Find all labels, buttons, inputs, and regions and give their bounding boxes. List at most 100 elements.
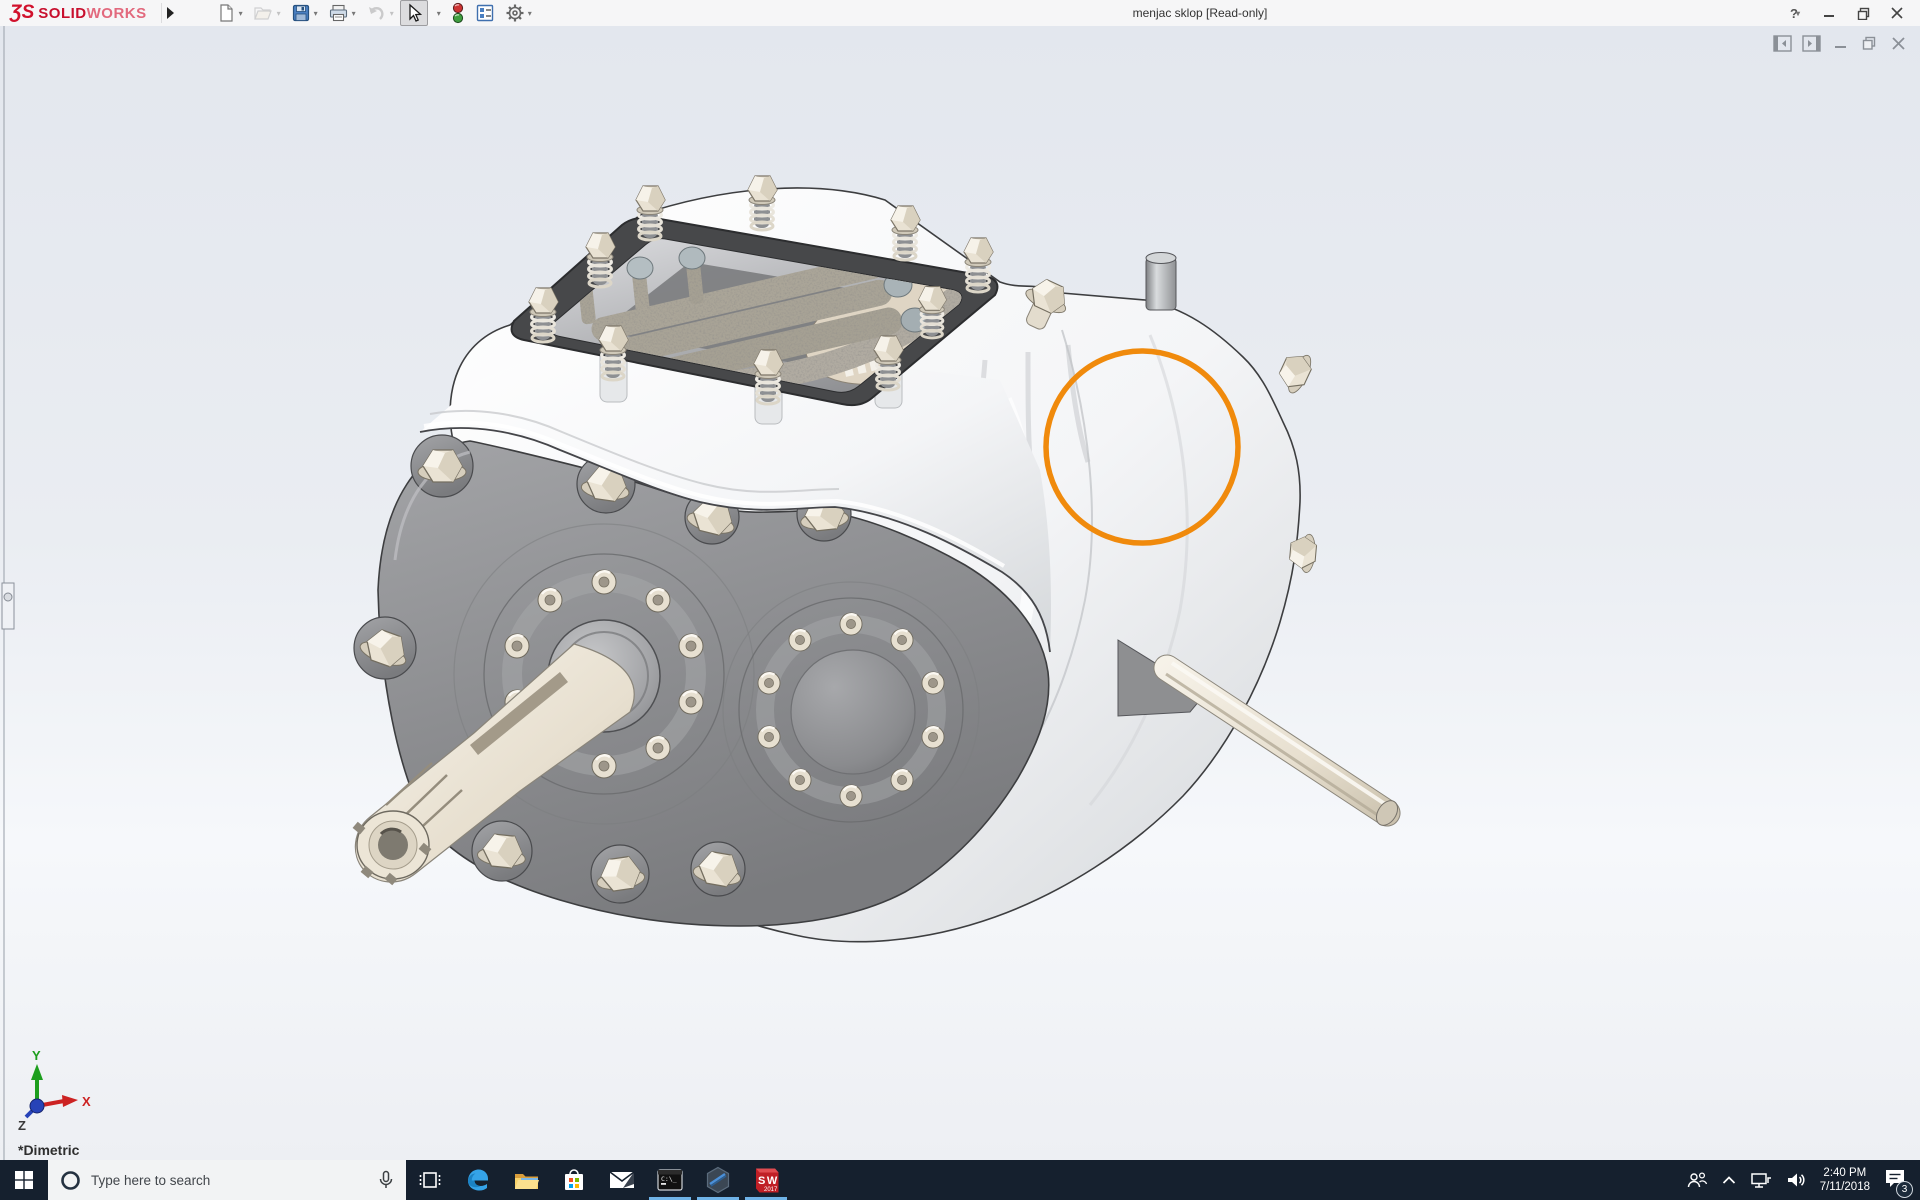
gray-shaft-stub bbox=[1145, 252, 1177, 311]
select-tool-button[interactable] bbox=[399, 0, 428, 26]
flyout-triangle-icon bbox=[167, 7, 175, 19]
document-window-controls bbox=[1772, 34, 1908, 52]
network-tray-icon[interactable] bbox=[1750, 1171, 1772, 1189]
clock-date: 7/11/2018 bbox=[1819, 1181, 1870, 1193]
taskbar-app-store[interactable] bbox=[550, 1160, 598, 1200]
quick-access-toolbar: ▾ ▾ ▾ ▾ ▾ ▾ ▾ bbox=[212, 0, 536, 27]
start-button[interactable] bbox=[0, 1160, 48, 1200]
solidworks-app-icon: SW 2017 bbox=[755, 1168, 779, 1193]
show-hidden-icons-chevron[interactable] bbox=[1722, 1175, 1736, 1185]
help-button[interactable]: ? ▾ bbox=[1780, 2, 1810, 24]
microphone-icon[interactable] bbox=[378, 1170, 394, 1190]
gearbox-3d-scene[interactable]: Y X Z bbox=[0, 26, 1920, 1160]
new-document-button[interactable]: ▾ bbox=[212, 0, 247, 26]
dropdown-caret-icon: ▾ bbox=[436, 8, 441, 18]
display-pane-icon bbox=[476, 4, 493, 22]
z-axis-label: Z bbox=[18, 1118, 26, 1133]
windows-logo-icon bbox=[15, 1171, 33, 1189]
save-floppy-icon bbox=[292, 4, 309, 22]
close-button[interactable] bbox=[1882, 2, 1912, 24]
dropdown-caret-icon[interactable]: ▾ bbox=[528, 9, 532, 18]
mail-icon bbox=[609, 1171, 635, 1188]
dropdown-caret-icon[interactable]: ▾ bbox=[352, 9, 356, 18]
restore-icon bbox=[1857, 7, 1869, 20]
command-prompt-icon: C:\_ bbox=[657, 1169, 683, 1191]
solidworks-titlebar: ƷS SOLID WORKS ▾ ▾ ▾ ▾ ▾ ▾ ▾ menjac sklo… bbox=[0, 0, 1920, 27]
save-button[interactable]: ▾ bbox=[287, 0, 322, 26]
select-tool-dropdown[interactable]: ▾ bbox=[430, 6, 445, 21]
taskbar-app-file-explorer[interactable] bbox=[502, 1160, 550, 1200]
view-orientation-label: *Dimetric bbox=[18, 1142, 80, 1158]
clock-time: 2:40 PM bbox=[1823, 1167, 1867, 1179]
collapse-pane-left-button[interactable] bbox=[1772, 34, 1792, 52]
dropdown-caret-icon: ▾ bbox=[1795, 8, 1800, 18]
search-placeholder: Type here to search bbox=[91, 1172, 211, 1188]
collapse-pane-right-button[interactable] bbox=[1801, 34, 1821, 52]
dropdown-caret-icon[interactable]: ▾ bbox=[239, 9, 243, 18]
undo-button[interactable]: ▾ bbox=[362, 0, 398, 26]
bearing-dome-cover bbox=[790, 649, 916, 775]
taskbar-search[interactable]: Type here to search bbox=[48, 1160, 406, 1200]
undo-arrow-icon bbox=[368, 7, 384, 20]
edge-browser-icon bbox=[468, 1169, 488, 1191]
printer-icon bbox=[329, 4, 347, 22]
x-axis-label: X bbox=[82, 1094, 91, 1109]
select-cursor-icon bbox=[409, 3, 422, 22]
z-axis-ball-icon bbox=[29, 1098, 45, 1114]
sw-letters: SW bbox=[758, 1175, 779, 1187]
minimize-button[interactable] bbox=[1814, 2, 1844, 24]
file-explorer-icon bbox=[514, 1173, 539, 1189]
taskbar-clock[interactable]: 2:40 PM 7/11/2018 bbox=[1820, 1166, 1870, 1194]
windows-taskbar: Type here to search C:\_ SW 2017 2:40 PM… bbox=[0, 1160, 1920, 1200]
minimize-icon bbox=[1824, 15, 1834, 17]
taskbar-app-hexagon[interactable] bbox=[694, 1160, 742, 1200]
hexagon-app-icon bbox=[706, 1166, 730, 1194]
graphics-viewport[interactable]: Y X Z *Dimetric bbox=[0, 26, 1920, 1160]
new-document-icon bbox=[220, 4, 233, 22]
taskbar-app-solidworks[interactable]: SW 2017 bbox=[742, 1160, 790, 1200]
pane-left-icon bbox=[1772, 34, 1792, 52]
system-tray: 2:40 PM 7/11/2018 3 bbox=[1686, 1160, 1920, 1200]
restore-icon bbox=[1862, 36, 1876, 50]
people-tray-icon[interactable] bbox=[1686, 1171, 1708, 1189]
cortana-icon bbox=[61, 1170, 80, 1190]
print-button[interactable]: ▾ bbox=[324, 0, 360, 26]
action-center-button[interactable]: 3 bbox=[1884, 1168, 1913, 1198]
dropdown-caret-icon[interactable]: ▾ bbox=[314, 9, 318, 18]
pane-tab-dot-icon bbox=[3, 592, 13, 602]
gear-icon bbox=[506, 4, 524, 22]
taskbar-app-command-prompt[interactable]: C:\_ bbox=[646, 1160, 694, 1200]
dassault-logo-icon: ƷS bbox=[10, 2, 35, 23]
desktop: ƷS SOLID WORKS ▾ ▾ ▾ ▾ ▾ ▾ ▾ menjac sklo… bbox=[0, 0, 1920, 1200]
open-document-button[interactable]: ▾ bbox=[249, 0, 285, 26]
y-axis-label: Y bbox=[32, 1048, 41, 1063]
close-document-button[interactable] bbox=[1888, 34, 1908, 52]
taskbar-app-task-view[interactable] bbox=[406, 1160, 454, 1200]
dropdown-caret-icon[interactable]: ▾ bbox=[390, 9, 394, 18]
app-window-controls: ? ▾ bbox=[1780, 0, 1912, 26]
menu-flyout-arrow[interactable] bbox=[160, 3, 180, 23]
task-view-icon bbox=[419, 1172, 441, 1188]
close-icon bbox=[1891, 7, 1903, 19]
dropdown-caret-icon[interactable]: ▾ bbox=[277, 9, 281, 18]
minimize-document-button[interactable] bbox=[1830, 34, 1850, 52]
document-title: menjac sklop [Read-only] bbox=[1132, 6, 1268, 20]
close-icon bbox=[1891, 36, 1905, 50]
collapsed-feature-pane-tab[interactable] bbox=[1, 582, 15, 630]
solidworks-logo: ƷS SOLID WORKS bbox=[10, 2, 147, 23]
traffic-light-icon bbox=[452, 2, 463, 24]
volume-tray-icon[interactable] bbox=[1786, 1171, 1806, 1189]
view-traffic-light-button[interactable] bbox=[447, 0, 469, 27]
options-button[interactable]: ▾ bbox=[501, 0, 536, 26]
open-folder-icon bbox=[253, 7, 272, 20]
cmd-prompt-text: C:\_ bbox=[661, 1175, 677, 1183]
minimize-icon bbox=[1834, 45, 1846, 48]
taskbar-app-edge[interactable] bbox=[454, 1160, 502, 1200]
display-pane-button[interactable] bbox=[471, 0, 499, 26]
taskbar-app-mail[interactable] bbox=[598, 1160, 646, 1200]
sw-year: 2017 bbox=[764, 1187, 778, 1193]
restore-button[interactable] bbox=[1848, 2, 1878, 24]
microsoft-store-icon bbox=[565, 1169, 583, 1190]
restore-document-button[interactable] bbox=[1859, 34, 1879, 52]
notification-count-badge: 3 bbox=[1896, 1180, 1913, 1198]
